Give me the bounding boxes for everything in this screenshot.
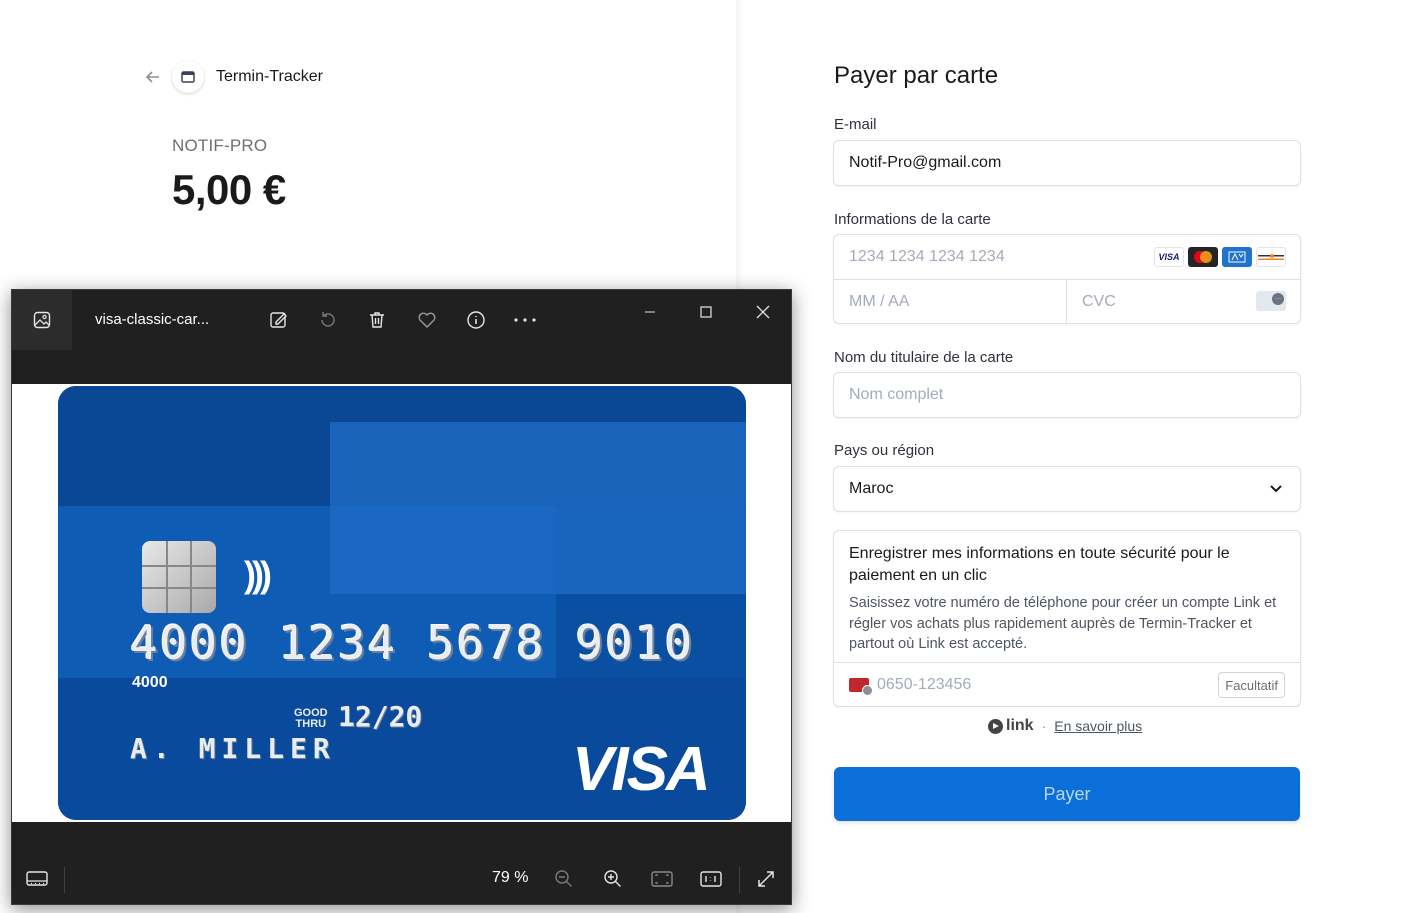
- rotate-icon[interactable]: [316, 308, 340, 332]
- discover-brand-icon: [1256, 247, 1286, 267]
- phone-field[interactable]: 0650-123456 Facultatif: [834, 662, 1300, 707]
- card-info-label: Informations de la carte: [834, 211, 991, 228]
- viewer-titlebar: visa-classic-car...: [12, 290, 791, 350]
- email-value: Notif-Pro@gmail.com: [849, 154, 1002, 171]
- email-label: E-mail: [834, 116, 877, 133]
- close-icon[interactable]: [743, 298, 783, 326]
- link-separator: ·: [1041, 718, 1047, 734]
- viewer-bottombar: 79 %: [12, 855, 791, 904]
- link-save-box: Enregistrer mes informations en toute sé…: [833, 530, 1301, 707]
- card-expiry-text: 12/20: [338, 700, 423, 733]
- zoom-out-icon[interactable]: [552, 867, 576, 891]
- photo-viewer-window: visa-classic-car...))) 4000 1234 5678 9…: [11, 289, 792, 905]
- card-holder-text: A. MILLER: [130, 732, 336, 765]
- merchant-name[interactable]: Termin-Tracker: [216, 68, 323, 86]
- card-number-text: 4000 1234 5678 9010: [130, 616, 695, 670]
- merchant-header: Termin-Tracker: [142, 60, 323, 94]
- viewer-file-name: visa-classic-car...: [95, 311, 210, 328]
- visa-logo: VISA: [572, 735, 711, 804]
- amex-brand-icon: [1222, 247, 1252, 267]
- link-brand-text: link: [1006, 717, 1034, 734]
- more-icon[interactable]: [513, 308, 537, 332]
- card-chip-icon: [142, 541, 216, 613]
- zoom-level: 79 %: [492, 869, 529, 886]
- form-title: Payer par carte: [834, 62, 999, 89]
- learn-more-link[interactable]: En savoir plus: [1054, 718, 1142, 734]
- actual-size-icon[interactable]: [699, 867, 723, 891]
- chevron-down-icon: [1268, 480, 1284, 501]
- email-field[interactable]: Notif-Pro@gmail.com: [833, 140, 1301, 186]
- cardholder-label: Nom du titulaire de la carte: [834, 349, 1014, 366]
- edit-image-icon[interactable]: [267, 308, 291, 332]
- fullscreen-icon[interactable]: [754, 867, 778, 891]
- back-arrow-icon[interactable]: [142, 66, 164, 88]
- delete-icon[interactable]: [365, 308, 389, 332]
- merchant-logo-icon: [172, 61, 204, 93]
- link-logo: link: [988, 717, 1034, 735]
- cardholder-name-field[interactable]: Nom complet: [833, 372, 1301, 418]
- link-play-icon: [988, 718, 1003, 734]
- visa-brand-icon: VISA: [1154, 247, 1184, 267]
- card-brand-logos: VISA: [1154, 247, 1286, 267]
- credit-card-image: ))) 4000 1234 5678 9010 4000 GOOD THRU 1…: [58, 386, 746, 820]
- cvc-card-icon: ···: [1256, 291, 1286, 311]
- morocco-flag-icon[interactable]: [849, 678, 873, 696]
- phone-placeholder: 0650-123456: [877, 676, 972, 693]
- country-select[interactable]: Maroc: [833, 466, 1301, 512]
- filmstrip-icon[interactable]: [25, 867, 49, 891]
- image-canvas[interactable]: ))) 4000 1234 5678 9010 4000 GOOD THRU 1…: [12, 384, 791, 822]
- optional-badge: Facultatif: [1218, 672, 1285, 698]
- card-number-placeholder: 1234 1234 1234 1234: [849, 248, 1005, 265]
- cardholder-placeholder: Nom complet: [849, 386, 944, 403]
- info-icon[interactable]: [464, 308, 488, 332]
- cvc-placeholder: CVC: [1082, 293, 1116, 310]
- maximize-icon[interactable]: [686, 298, 726, 326]
- cvc-field[interactable]: CVC ···: [1067, 280, 1300, 324]
- zoom-in-icon[interactable]: [601, 867, 625, 891]
- good-thru-label: GOOD THRU: [294, 707, 328, 730]
- fit-to-window-icon[interactable]: [650, 867, 674, 891]
- expiry-field[interactable]: MM / AA: [834, 280, 1067, 324]
- pay-button[interactable]: Payer: [834, 767, 1300, 821]
- country-label: Pays ou région: [834, 442, 935, 459]
- link-save-title: Enregistrer mes informations en toute sé…: [849, 545, 1230, 584]
- link-footer: link · En savoir plus: [988, 715, 1142, 737]
- product-price: 5,00 €: [172, 166, 286, 213]
- product-name: NOTIF-PRO: [172, 136, 268, 155]
- country-value: Maroc: [849, 480, 894, 497]
- card-info-group: 1234 1234 1234 1234 VISA MM / AA CVC ···: [833, 234, 1301, 324]
- minimize-icon[interactable]: [630, 298, 670, 326]
- mastercard-brand-icon: [1188, 247, 1218, 267]
- card-number-field[interactable]: 1234 1234 1234 1234 VISA: [834, 235, 1300, 280]
- photos-app-icon[interactable]: [12, 290, 72, 350]
- favorite-icon[interactable]: [415, 308, 439, 332]
- card-small-number: 4000: [132, 674, 168, 691]
- expiry-placeholder: MM / AA: [849, 293, 910, 310]
- contactless-icon: ))): [244, 554, 272, 595]
- link-save-description: Saisissez votre numéro de téléphone pour…: [849, 595, 1277, 652]
